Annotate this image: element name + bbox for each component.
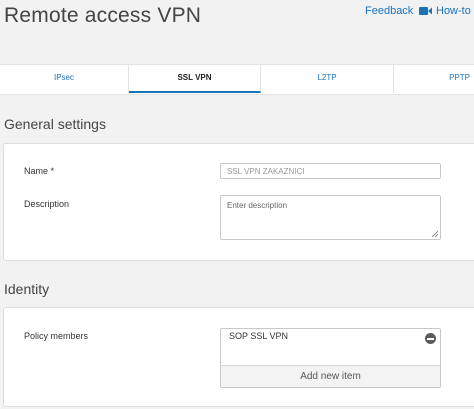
general-settings-heading: General settings [4,116,106,132]
resize-handle-icon[interactable] [432,231,438,237]
page-title: Remote access VPN [4,4,202,27]
identity-panel: Policy members SOP SSL VPN Add new item [3,307,474,407]
name-label: Name * [24,166,55,176]
howto-label: How-to g [436,5,474,17]
description-field[interactable]: Enter description [220,195,441,240]
policy-members-label: Policy members [24,331,89,341]
list-item: SOP SSL VPN [221,329,440,366]
tab-ipsec[interactable]: IPsec [0,65,129,93]
identity-heading: Identity [4,281,50,297]
tab-pptp[interactable]: PPTP [394,65,474,93]
howto-link[interactable]: How-to g [419,5,474,17]
description-label: Description [24,199,70,209]
tab-ssl-vpn[interactable]: SSL VPN [129,65,261,93]
policy-members-list: SOP SSL VPN Add new item [220,328,441,388]
member-name: SOP SSL VPN [229,331,289,341]
remove-icon[interactable] [425,333,436,344]
video-camera-icon [419,7,432,15]
general-settings-panel: Name * SSL VPN ZAKAZNICI Description Ent… [3,143,474,261]
add-new-item-button[interactable]: Add new item [221,365,440,387]
feedback-link[interactable]: Feedback [365,5,413,17]
tab-bar: IPsec SSL VPN L2TP PPTP [0,64,474,95]
tab-l2tp[interactable]: L2TP [261,65,394,93]
name-field[interactable]: SSL VPN ZAKAZNICI [220,163,441,179]
description-placeholder: Enter description [227,201,288,210]
